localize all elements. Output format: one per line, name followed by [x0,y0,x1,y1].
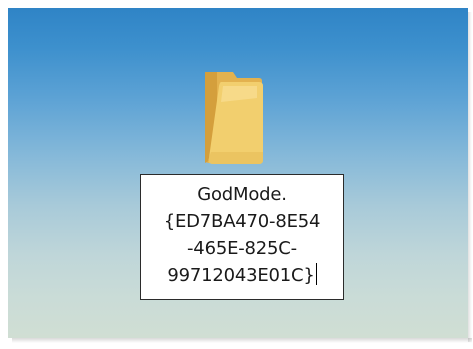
folder-rename-input[interactable]: GodMode. {ED7BA470-8E54 -465E-825C- 9971… [140,174,344,300]
screenshot-frame: GodMode. {ED7BA470-8E54 -465E-825C- 9971… [0,0,473,349]
rename-text-line-4: 99712043E01C} [167,265,315,286]
rename-text-line-4-wrap: 99712043E01C} [145,262,339,289]
text-caret [315,263,317,285]
rename-text-line-3: -465E-825C- [187,238,297,259]
frame-shadow-bottom [12,338,472,343]
rename-text-line-2: {ED7BA470-8E54 [163,211,321,232]
rename-text-line-1: GodMode. [197,184,287,205]
folder-icon[interactable] [199,68,269,170]
frame-shadow-right [468,12,472,342]
